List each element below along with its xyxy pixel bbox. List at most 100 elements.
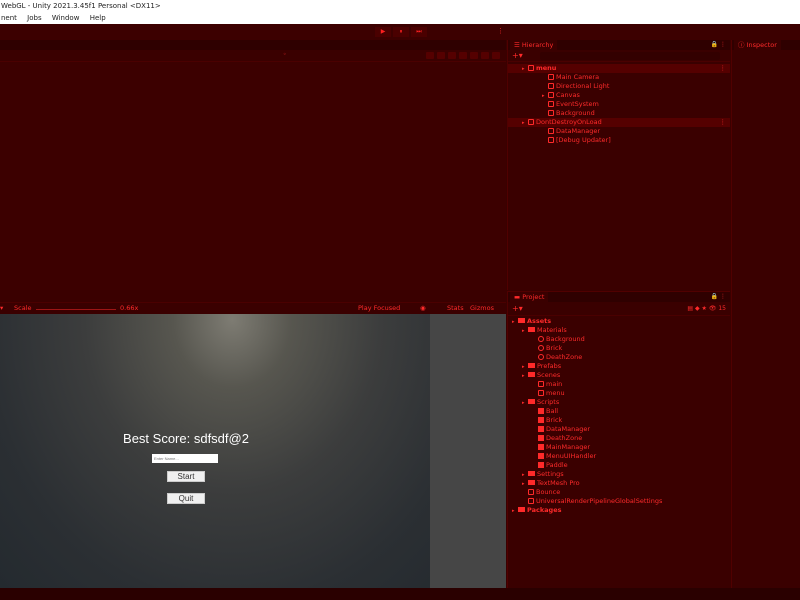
- hierarchy-row[interactable]: ▸ menu ⋮: [508, 64, 730, 73]
- hierarchy-row[interactable]: [Debug Updater]: [508, 136, 730, 145]
- tab-inspector[interactable]: ⓘ Inspector: [734, 40, 781, 50]
- mute-audio-icon[interactable]: ◉: [420, 304, 426, 312]
- hierarchy-row-label: Directional Light: [556, 82, 610, 90]
- row-menu-icon[interactable]: ⋮: [720, 118, 727, 127]
- script-icon: [538, 417, 544, 423]
- project-row-label: menu: [546, 389, 565, 397]
- scene-view[interactable]: [0, 62, 506, 290]
- project-row[interactable]: ▸ Settings: [508, 470, 730, 479]
- hierarchy-row[interactable]: EventSystem: [508, 100, 730, 109]
- play-controls: ▶ ⏸ ⏭: [375, 27, 427, 37]
- gameobject-icon: [548, 92, 554, 98]
- game-view[interactable]: Best Score: sdfsdf@2 Start Quit: [0, 314, 430, 588]
- scale-slider[interactable]: [36, 309, 116, 310]
- lock-icon[interactable]: 🔒 ⋮: [711, 41, 726, 48]
- favorite-icon[interactable]: ★: [702, 305, 707, 312]
- status-bar: [0, 588, 800, 600]
- name-input[interactable]: [152, 454, 218, 463]
- search-by-type-icon[interactable]: ▤: [687, 305, 693, 312]
- play-button[interactable]: ▶: [375, 27, 391, 37]
- project-row[interactable]: Brick: [508, 416, 730, 425]
- play-mode-dropdown[interactable]: Play Focused: [358, 304, 400, 312]
- hierarchy-row[interactable]: ▸ Canvas: [508, 91, 730, 100]
- quit-button[interactable]: Quit: [167, 493, 205, 504]
- menu-item-help[interactable]: Help: [89, 12, 106, 24]
- gameobject-icon: [548, 137, 554, 143]
- project-row[interactable]: DeathZone: [508, 353, 730, 362]
- project-row[interactable]: Brick: [508, 344, 730, 353]
- hierarchy-row[interactable]: DataManager: [508, 127, 730, 136]
- audio-icon[interactable]: [459, 52, 467, 59]
- game-view-letterbox: [430, 314, 506, 588]
- project-row[interactable]: ▸ Prefabs: [508, 362, 730, 371]
- project-row[interactable]: ▸ Packages: [508, 506, 730, 515]
- 2d-toggle-icon[interactable]: [437, 52, 445, 59]
- hierarchy-row[interactable]: ▸ DontDestroyOnLoad ⋮: [508, 118, 730, 127]
- more-icon[interactable]: ⋮: [497, 27, 504, 35]
- project-row-label: MenuUIHandler: [546, 452, 597, 460]
- project-row[interactable]: Ball: [508, 407, 730, 416]
- script-icon: [538, 444, 544, 450]
- hierarchy-row-label: menu: [536, 64, 557, 72]
- create-asset-button[interactable]: +▾: [512, 304, 523, 313]
- project-row-label: Prefabs: [537, 362, 562, 370]
- start-button[interactable]: Start: [167, 471, 205, 482]
- scene-tab-bar: [0, 40, 506, 50]
- hidden-packages-icon[interactable]: 👁: [709, 305, 717, 312]
- hierarchy-row[interactable]: Background: [508, 109, 730, 118]
- gizmos-button[interactable]: Gizmos: [470, 304, 494, 312]
- project-row[interactable]: ▸ TextMesh Pro: [508, 479, 730, 488]
- effects-icon[interactable]: [470, 52, 478, 59]
- hierarchy-row[interactable]: Directional Light: [508, 82, 730, 91]
- menu-item-window[interactable]: Window: [51, 12, 80, 24]
- stats-button[interactable]: Stats: [447, 304, 464, 312]
- material-icon: [538, 336, 544, 342]
- project-row-label: Settings: [537, 470, 564, 478]
- gameobject-icon: [548, 101, 554, 107]
- tab-project[interactable]: ▬ Project: [510, 292, 549, 302]
- lock-icon[interactable]: 🔒 ⋮: [711, 293, 726, 300]
- project-row[interactable]: Bounce: [508, 488, 730, 497]
- project-row[interactable]: DataManager: [508, 425, 730, 434]
- window-title: WebGL - Unity 2021.3.45f1 Personal <DX11…: [0, 0, 800, 12]
- project-row[interactable]: main: [508, 380, 730, 389]
- step-button[interactable]: ⏭: [411, 27, 427, 37]
- hierarchy-row[interactable]: Main Camera: [508, 73, 730, 82]
- gizmos-icon[interactable]: [481, 52, 489, 59]
- project-row-label: main: [546, 380, 563, 388]
- menu-item-jobs[interactable]: Jobs: [26, 12, 41, 24]
- project-row[interactable]: Paddle: [508, 461, 730, 470]
- pause-button[interactable]: ⏸: [393, 27, 409, 37]
- project-row[interactable]: DeathZone: [508, 434, 730, 443]
- search-by-label-icon[interactable]: ◆: [695, 305, 700, 312]
- hierarchy-search-input[interactable]: [540, 52, 720, 60]
- display-dropdown-icon[interactable]: ▾: [0, 304, 3, 312]
- lighting-icon[interactable]: [448, 52, 456, 59]
- project-row[interactable]: ▸ Materials: [508, 326, 730, 335]
- hierarchy-row-label: [Debug Updater]: [556, 136, 611, 144]
- tab-hierarchy[interactable]: ☰ Hierarchy: [510, 40, 558, 50]
- project-row[interactable]: MainManager: [508, 443, 730, 452]
- search-icon[interactable]: [492, 52, 500, 59]
- project-row[interactable]: ▸ Assets: [508, 317, 730, 326]
- project-row[interactable]: UniversalRenderPipelineGlobalSettings: [508, 497, 730, 506]
- list-icon: ☰: [514, 41, 522, 49]
- project-panel: ▬ Project 🔒 ⋮ +▾ ▤ ◆ ★ 👁 15 ▸ Assets ▸ Mate…: [507, 291, 730, 588]
- create-button[interactable]: +▾: [512, 51, 523, 60]
- project-row[interactable]: ▸ Scripts: [508, 398, 730, 407]
- script-icon: [538, 435, 544, 441]
- best-score-text: Best Score: sdfsdf@2: [123, 431, 249, 446]
- render-mode-icon[interactable]: [426, 52, 434, 59]
- project-row-label: DataManager: [546, 425, 591, 433]
- gameobject-icon: [548, 128, 554, 134]
- project-row-label: Assets: [527, 317, 552, 325]
- project-row[interactable]: ▸ Scenes: [508, 371, 730, 380]
- hierarchy-tab-strip: ☰ Hierarchy 🔒 ⋮: [508, 40, 730, 50]
- project-row-label: DeathZone: [546, 353, 583, 361]
- row-menu-icon[interactable]: ⋮: [720, 64, 727, 73]
- project-row[interactable]: Background: [508, 335, 730, 344]
- menu-item-component[interactable]: nent: [0, 12, 17, 24]
- project-row-label: MainManager: [546, 443, 591, 451]
- project-row[interactable]: MenuUIHandler: [508, 452, 730, 461]
- project-row[interactable]: menu: [508, 389, 730, 398]
